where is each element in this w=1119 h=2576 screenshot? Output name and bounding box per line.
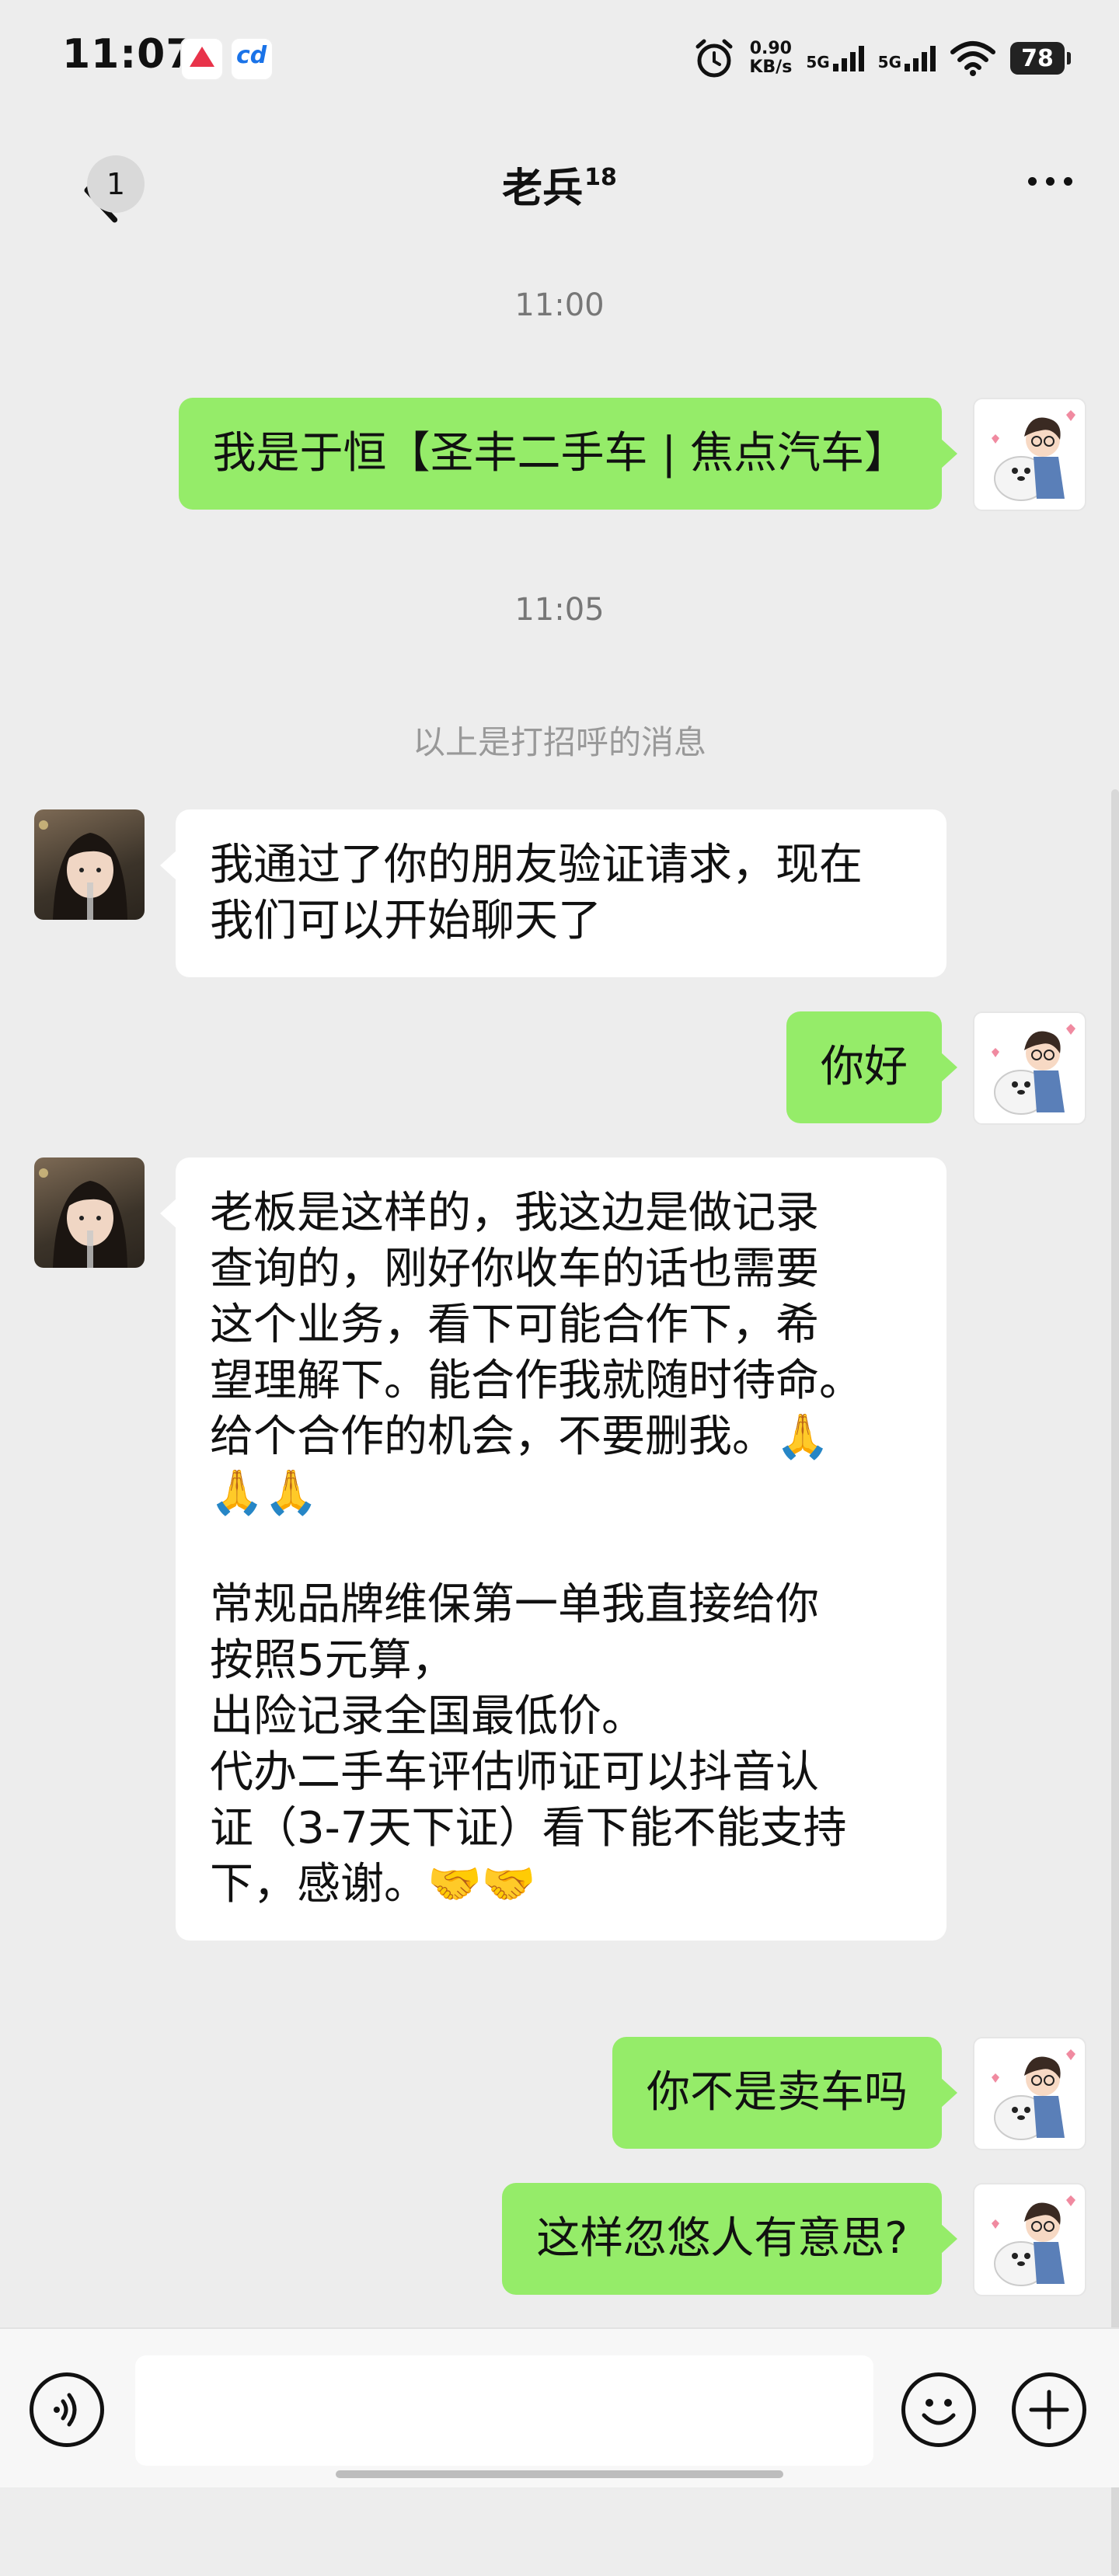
- signal-1: 5G: [806, 45, 864, 71]
- message-line: 出险记录全国最低价。: [210, 1691, 645, 1742]
- message-line: 望理解下。能合作我就随时待命。: [210, 1356, 863, 1406]
- status-indicators: 0.90 KB/s 5G 5G 78: [693, 31, 1071, 85]
- message-line-blank: [210, 1521, 912, 1577]
- message-line: 查询的，刚好你收车的话也需要: [210, 1244, 819, 1294]
- my-message-bubble[interactable]: 我是于恒【圣丰二手车 | 焦点汽车】: [178, 398, 958, 510]
- avatar-illustration: [992, 2195, 1075, 2286]
- net-type-1: 5G: [806, 53, 830, 71]
- net-type-2: 5G: [877, 53, 901, 71]
- message-input[interactable]: [135, 2355, 873, 2466]
- app-notification-icon-2: [230, 37, 274, 81]
- status-bar: 11:07 0.90 KB/s 5G 5G 78: [0, 0, 1119, 117]
- my-avatar[interactable]: [973, 2037, 1086, 2150]
- speed-value: 0.90: [749, 39, 792, 58]
- home-indicator[interactable]: [336, 2470, 783, 2478]
- status-time: 11:07: [62, 31, 195, 78]
- message-line: 老板是这样的，我这边是做记录: [210, 1188, 819, 1238]
- my-message-bubble[interactable]: 你不是卖车吗: [612, 2037, 957, 2149]
- avatar-illustration: [992, 1024, 1075, 1115]
- avatar-photo: [39, 1168, 127, 1268]
- message-line: 证（3-7天下证）看下能不能支持: [210, 1803, 847, 1854]
- battery-icon: 78: [1010, 42, 1071, 75]
- app-notification-icon: [180, 37, 224, 81]
- emoji-icon[interactable]: [901, 2372, 976, 2447]
- contact-avatar[interactable]: [34, 809, 145, 920]
- signal-bars-icon-2: [905, 45, 936, 71]
- timestamp: 11:00: [514, 287, 605, 323]
- more-dots-icon[interactable]: [1028, 177, 1072, 186]
- contact-avatar[interactable]: [34, 1157, 145, 1268]
- plus-icon[interactable]: [1012, 2372, 1086, 2447]
- message-line: 我们可以开始聊天了: [210, 896, 601, 946]
- page-title: 老兵18: [0, 155, 1119, 214]
- signal-2: 5G: [878, 45, 936, 71]
- group-count: 18: [584, 164, 617, 191]
- my-avatar[interactable]: [973, 2183, 1086, 2296]
- my-message-bubble[interactable]: 这样忽悠人有意思?: [502, 2183, 957, 2295]
- message-line: 我通过了你的朋友验证请求，现在: [210, 840, 863, 890]
- message-line: 给个合作的机会，不要删我。🙏: [210, 1412, 830, 1462]
- my-avatar[interactable]: [973, 1011, 1086, 1125]
- contact-message-bubble[interactable]: 我通过了你的朋友验证请求，现在 我们可以开始聊天了: [160, 809, 946, 977]
- emoji-glyph: [922, 2399, 956, 2425]
- wifi-icon: [950, 41, 995, 76]
- my-avatar[interactable]: [973, 398, 1086, 511]
- input-bar: [0, 2327, 1119, 2487]
- timestamp-2: 11:05: [514, 592, 605, 628]
- network-speed: 0.90 KB/s: [749, 40, 792, 77]
- speed-unit: KB/s: [749, 57, 793, 77]
- message-line: 按照5元算，: [210, 1635, 455, 1686]
- avatar-photo: [39, 820, 127, 920]
- voice-icon[interactable]: [30, 2372, 104, 2447]
- alarm-icon: [695, 39, 733, 78]
- avatar-illustration: [992, 410, 1075, 501]
- chat-area[interactable]: 11:00 我是于恒【圣丰二手车 | 焦点汽车】 11:05 以上是打招呼的消息: [0, 253, 1119, 2576]
- message-line: 🙏🙏: [210, 1467, 319, 1518]
- system-note: 以上是打招呼的消息: [412, 723, 706, 761]
- my-message-bubble[interactable]: 你好: [786, 1011, 957, 1123]
- message-line: 代办二手车评估师证可以抖音认: [210, 1747, 819, 1798]
- avatar-illustration: [992, 2049, 1075, 2140]
- message-line: 这个业务，看下可能合作下，希: [210, 1300, 819, 1350]
- contact-message-bubble[interactable]: 老板是这样的，我这边是做记录 查询的，刚好你收车的话也需要 这个业务，看下可能合…: [160, 1157, 946, 1941]
- voice-glyph: [54, 2393, 77, 2427]
- contact-name: 老兵: [502, 165, 584, 212]
- scrollbar[interactable]: [1111, 789, 1119, 2576]
- message-line: 常规品牌维保第一单我直接给你: [210, 1579, 819, 1630]
- message-line: 下，感谢。🤝🤝: [210, 1859, 536, 1909]
- plus-glyph: [1029, 2390, 1069, 2430]
- signal-bars-icon: [832, 45, 864, 71]
